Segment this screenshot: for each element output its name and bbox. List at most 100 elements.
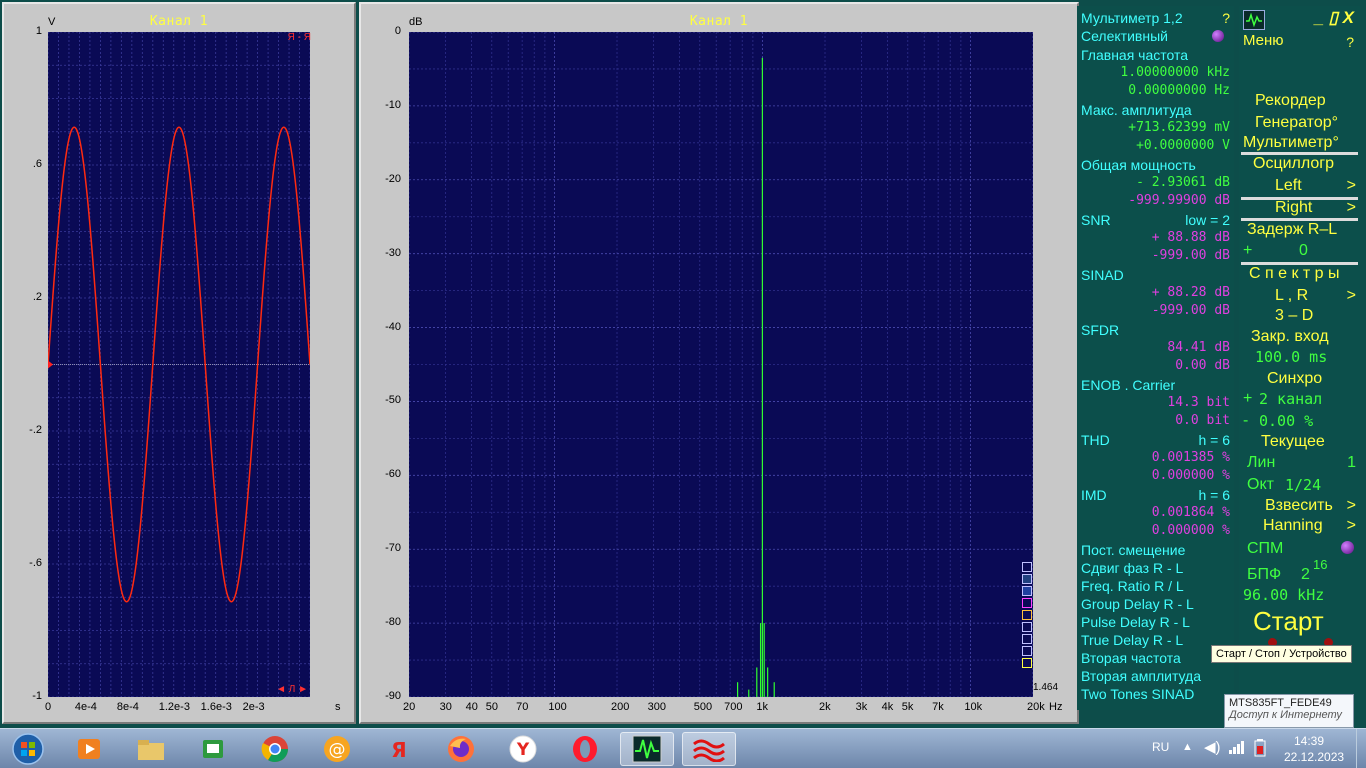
recorder-button[interactable]: Рекордер <box>1255 92 1356 112</box>
delay-label[interactable]: Задерж R–L <box>1247 221 1356 241</box>
oscilloscope-window[interactable]: Канал 1 V Я - Я ◄ Л ► 1 .6 .2 -.2 -.6 -1 0 4e-… <box>2 2 356 724</box>
extra-two-tones-sinad[interactable]: Two Tones SINAD <box>1081 686 1230 704</box>
lin-value[interactable]: 1 <box>1243 454 1356 474</box>
spec-y-unit: dB <box>409 16 423 28</box>
power-label: Общая мощность <box>1081 157 1196 173</box>
spectrum-chart[interactable] <box>409 32 1033 697</box>
control-panel[interactable]: _ ▯ X ? Меню Рекордер Генератор° Мультим… <box>1239 6 1360 710</box>
oscillograph-button[interactable]: Осциллогр <box>1253 155 1356 175</box>
enob-1: 14.3 bit <box>1167 395 1230 410</box>
sample-rate[interactable]: 96.00 kHz <box>1243 586 1356 606</box>
file-explorer-icon[interactable] <box>124 732 178 766</box>
clock-time[interactable]: 14:39 <box>1294 734 1324 748</box>
multimeter-panel[interactable]: Мультиметр 1,2 ? Селективный Главная час… <box>1077 6 1234 710</box>
spec-x-tick-label: 40 <box>465 701 478 713</box>
start-orb-icon[interactable] <box>2 732 54 766</box>
delay-value[interactable]: 0 <box>1299 242 1356 262</box>
start-button[interactable]: Старт <box>1253 606 1356 636</box>
menu-button[interactable]: Меню <box>1243 32 1356 52</box>
yandex-browser-icon[interactable]: Y <box>496 732 550 766</box>
spectra-button[interactable]: С п е к т р ы <box>1249 265 1356 285</box>
spectra-3d-button[interactable]: 3 – D <box>1275 307 1356 327</box>
opera-icon[interactable] <box>558 732 612 766</box>
thd-1: 0.001385 % <box>1151 450 1230 465</box>
sinad-2: -999.00 dB <box>1151 303 1230 318</box>
media-player-icon[interactable] <box>62 732 116 766</box>
oscilloscope-plot[interactable]: Я - Я ◄ Л ► <box>48 32 311 697</box>
oct-value[interactable]: 1/24 <box>1285 476 1356 496</box>
window-buttons[interactable]: _ ▯ X <box>1314 8 1354 28</box>
osc-bottom-marker[interactable]: ◄ Л ► <box>276 684 308 695</box>
imd-1: 0.001864 % <box>1151 505 1230 520</box>
left-arrow-icon[interactable]: > <box>1243 177 1356 197</box>
spec-x-tick-label: 5k <box>901 701 914 713</box>
svg-text:Y: Y <box>516 740 530 760</box>
mail-ru-agent-icon[interactable]: @ <box>310 732 364 766</box>
sync-label[interactable]: Синхро <box>1267 370 1356 390</box>
sync-channel[interactable]: 2 канал <box>1259 390 1356 410</box>
current-label[interactable]: Текущее <box>1261 433 1356 453</box>
osc-y-tick-label: -1 <box>32 690 42 702</box>
extra-dc-offset[interactable]: Пост. смещение <box>1081 542 1230 560</box>
battery-icon[interactable] <box>1254 739 1266 762</box>
clock-date[interactable]: 22.12.2023 <box>1284 750 1344 764</box>
imd-2: 0.000000 % <box>1151 523 1230 538</box>
sfdr-1: 84.41 dB <box>1167 340 1230 355</box>
extra-second-amp[interactable]: Вторая амплитуда <box>1081 668 1230 686</box>
weigh-arrow-icon[interactable]: > <box>1243 497 1356 517</box>
spec-x-tick-label: 200 <box>611 701 630 713</box>
multimeter-mode[interactable]: Селективный <box>1081 28 1230 46</box>
show-hidden-icons-icon[interactable]: ▲ <box>1182 741 1193 753</box>
window-arrow-icon[interactable]: > <box>1243 517 1356 537</box>
main-freq-label: Главная частота <box>1081 47 1189 63</box>
fft-exp[interactable]: 16 <box>1313 557 1356 577</box>
spec-y-tick-label: -70 <box>385 542 401 555</box>
generator-button[interactable]: Генератор° <box>1255 114 1356 134</box>
closed-input-value[interactable]: 100.0 ms <box>1255 348 1356 368</box>
sync-value[interactable]: 0.00 % <box>1259 412 1356 432</box>
right-arrow-icon[interactable]: > <box>1243 199 1356 219</box>
spec-y-tick-label: -60 <box>385 468 401 481</box>
language-indicator[interactable]: RU <box>1152 740 1169 754</box>
closed-input-label[interactable]: Закр. вход <box>1251 328 1356 348</box>
extra-group-delay[interactable]: Group Delay R - L <box>1081 596 1230 614</box>
chrome-icon[interactable] <box>248 732 302 766</box>
scale-boxes[interactable] <box>1022 562 1034 682</box>
taskbar: @ Я Y RU ▲ ◀) 14:39 22.12.2023 <box>0 728 1366 768</box>
osc-top-marker[interactable]: Я - Я <box>288 32 311 43</box>
firefox-icon[interactable] <box>434 732 488 766</box>
mail-app-icon[interactable] <box>186 732 240 766</box>
sinad-1: + 88.28 dB <box>1151 285 1230 300</box>
osc-y-unit: V <box>48 16 56 28</box>
spec-grid <box>409 32 1033 697</box>
osc-trigger-marker <box>48 360 53 369</box>
extra-second-freq[interactable]: Вторая частота <box>1081 650 1230 668</box>
multimeter-help[interactable]: ? <box>1081 10 1230 28</box>
show-desktop-button[interactable] <box>1356 729 1366 768</box>
extra-pulse-delay[interactable]: Pulse Delay R - L <box>1081 614 1230 632</box>
oscilloscope-chart[interactable] <box>48 32 310 697</box>
extra-phase-shift[interactable]: Сдвиг фаз R - L <box>1081 560 1230 578</box>
spectrum-window[interactable]: Канал 1 dB 1.464 0 -10 -20 -30 -40 -50 -60 -70 -… <box>359 2 1079 724</box>
network-notification[interactable]: MTS835FT_FEDE49 Доступ к Интернету <box>1224 694 1354 728</box>
spec-y-tick-label: 0 <box>394 25 401 37</box>
spec-x-tick-label: 700 <box>724 701 743 713</box>
start-tooltip: Старт / Стоп / Устройство <box>1211 645 1352 663</box>
spectrum-analyzer-icon[interactable] <box>620 732 674 766</box>
volume-icon[interactable]: ◀) <box>1204 738 1221 756</box>
osc-y-tick-label: .6 <box>32 158 42 170</box>
spm-indicator-icon[interactable] <box>1341 541 1354 554</box>
network-signal-icon[interactable] <box>1228 739 1246 760</box>
spectra-arrow-icon[interactable]: > <box>1243 287 1356 307</box>
audio-app-icon[interactable] <box>682 732 736 766</box>
network-name: MTS835FT_FEDE49 <box>1229 697 1332 709</box>
extra-freq-ratio[interactable]: Freq. Ratio R / L <box>1081 578 1230 596</box>
mode-indicator-icon[interactable] <box>1212 30 1224 42</box>
main-freq-2: 0.00000000 Hz <box>1128 83 1230 98</box>
yandex-icon[interactable]: Я <box>372 732 426 766</box>
spectrum-plot[interactable] <box>409 32 1033 697</box>
spec-x-tick-label: 70 <box>516 701 529 713</box>
app-icon[interactable] <box>1243 10 1265 30</box>
extra-true-delay[interactable]: True Delay R - L <box>1081 632 1230 650</box>
multimeter-button[interactable]: Мультиметр° <box>1243 134 1356 154</box>
